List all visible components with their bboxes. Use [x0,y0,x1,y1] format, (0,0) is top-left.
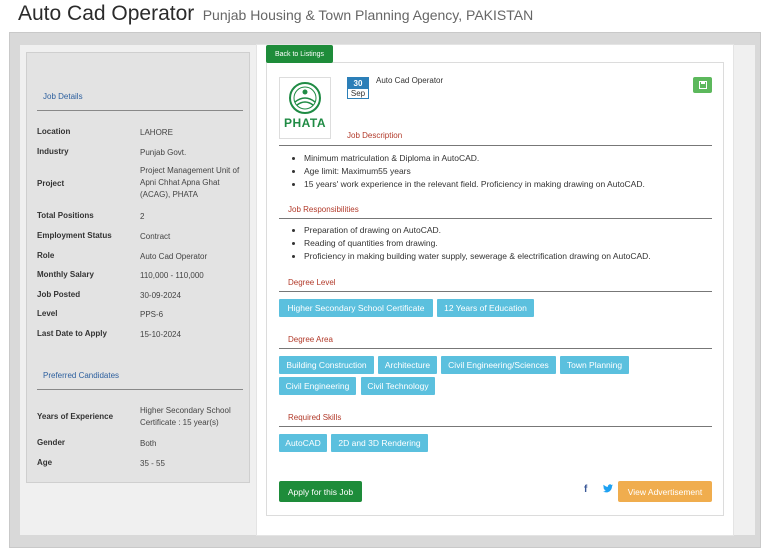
job-description-heading: Job Description [347,131,403,140]
detail-row-project: Project Project Management Unit of Apni … [37,165,243,205]
save-icon [698,81,707,89]
degree-area-tag[interactable]: Town Planning [560,356,629,374]
detail-label: Role [37,251,55,260]
detail-value: 110,000 - 110,000 [140,271,204,280]
degree-area-tag[interactable]: Civil Technology [361,377,435,395]
divider [279,145,712,146]
pref-value: Higher Secondary School Certificate : 15… [140,406,231,427]
detail-value: 30-09-2024 [140,291,181,300]
divider [279,348,712,349]
company-logo: PHATA [279,77,331,139]
skill-tag[interactable]: 2D and 3D Rendering [331,434,428,452]
degree-area-tag[interactable]: Building Construction [279,356,374,374]
job-responsibilities-heading: Job Responsibilities [288,205,359,214]
degree-level-heading: Degree Level [288,278,336,287]
degree-area-tag[interactable]: Architecture [378,356,437,374]
list-item: 15 years' work experience in the relevan… [304,178,724,191]
twitter-icon[interactable] [603,484,613,495]
degree-area-heading: Degree Area [288,335,333,344]
job-responsibilities-list: Preparation of drawing on AutoCAD. Readi… [290,224,724,263]
pref-row-experience: Years of Experience Higher Secondary Sch… [37,405,243,433]
detail-value: 15-10-2024 [140,330,181,339]
divider [279,426,712,427]
degree-level-tag[interactable]: 12 Years of Education [437,299,534,317]
preferred-candidates-title: Preferred Candidates [43,371,120,380]
job-description-list: Minimum matriculation & Diploma in AutoC… [290,152,724,191]
save-button[interactable] [693,77,712,93]
list-item: Reading of quantities from drawing. [304,237,724,250]
skill-tag[interactable]: AutoCAD [279,434,327,452]
page-heading: Auto Cad Operator Punjab Housing & Town … [18,2,533,26]
detail-value: Project Management Unit of Apni Chhat Ap… [140,166,240,199]
degree-area-tag[interactable]: Civil Engineering [279,377,356,395]
detail-label: Industry [37,147,69,156]
detail-value: 2 [140,212,145,221]
page-title: Auto Cad Operator [18,2,195,25]
card-job-title: Auto Cad Operator [376,76,444,85]
facebook-icon[interactable]: f [584,484,587,495]
divider [279,291,712,292]
detail-label: Monthly Salary [37,270,94,279]
list-item: Minimum matriculation & Diploma in AutoC… [304,152,724,165]
detail-label: Job Posted [37,290,81,299]
detail-value: Punjab Govt. [140,148,187,157]
required-skills-heading: Required Skills [288,413,342,422]
apply-button[interactable]: Apply for this Job [279,481,362,502]
date-day: 30 [348,78,368,89]
divider [279,218,712,219]
list-item: Preparation of drawing on AutoCAD. [304,224,724,237]
pref-label: Age [37,458,53,467]
detail-label: Last Date to Apply [37,329,107,338]
date-badge: 30 Sep [347,77,369,99]
date-month: Sep [350,89,366,98]
detail-value: Contract [140,232,171,241]
detail-label: Total Positions [37,211,94,220]
detail-value: PPS-6 [140,310,164,319]
detail-value: LAHORE [140,128,173,137]
degree-area-tag[interactable]: Civil Engineering/Sciences [441,356,556,374]
logo-emblem-icon [289,82,321,114]
job-details-title: Job Details [43,92,83,101]
page-subtitle: Punjab Housing & Town Planning Agency, P… [202,7,534,23]
pref-value: 35 - 55 [140,459,165,468]
divider [37,110,243,111]
detail-value: Auto Cad Operator [140,252,208,261]
divider [37,389,243,390]
list-item: Age limit: Maximum55 years [304,165,724,178]
detail-label: Level [37,309,58,318]
view-advertisement-button[interactable]: View Advertisement [618,481,712,502]
degree-level-tag[interactable]: Higher Secondary School Certificate [279,299,433,317]
detail-label: Project [37,179,65,188]
pref-label: Years of Experience [37,412,114,421]
list-item: Proficiency in making building water sup… [304,250,724,263]
logo-text: PHATA [283,116,327,130]
twitter-bird-icon [603,484,613,493]
detail-label: Location [37,127,71,136]
pref-value: Both [140,439,157,448]
back-to-listings-button[interactable]: Back to Listings [266,45,333,63]
pref-label: Gender [37,438,66,447]
job-details-panel: Job Details Location LAHORE Industry Pun… [26,52,250,483]
detail-label: Employment Status [37,231,112,240]
